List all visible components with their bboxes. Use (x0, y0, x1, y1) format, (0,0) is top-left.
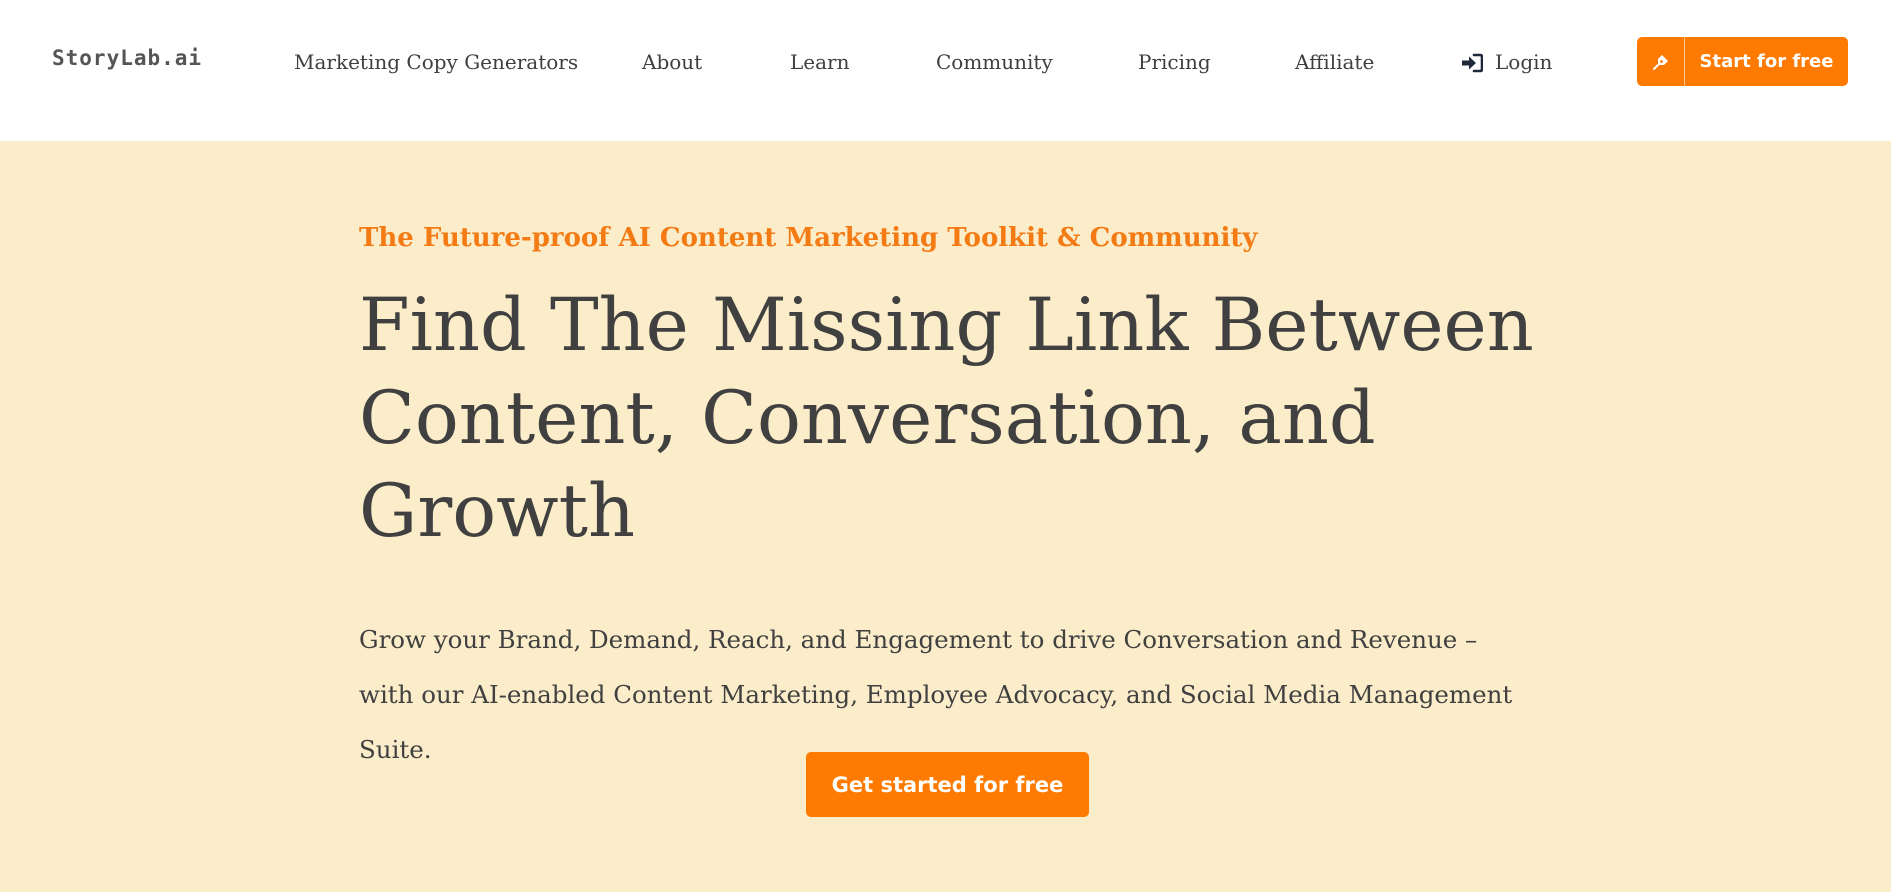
hero-eyebrow: The Future-proof AI Content Marketing To… (359, 223, 1258, 253)
nav-learn[interactable]: Learn (790, 48, 849, 76)
nav-login[interactable]: Login (1461, 48, 1552, 76)
start-for-free-button[interactable]: Start for free (1637, 37, 1848, 86)
top-navbar: StoryLab.ai Marketing Copy Generators Ab… (0, 0, 1891, 141)
nav-about[interactable]: About (642, 48, 702, 76)
pen-nib-icon (1637, 37, 1685, 86)
nav-community[interactable]: Community (936, 48, 1053, 76)
storylab-logo[interactable]: StoryLab.ai (52, 46, 202, 70)
sign-in-icon (1461, 52, 1484, 73)
start-for-free-label: Start for free (1699, 51, 1834, 72)
login-label: Login (1495, 50, 1553, 74)
nav-marketing-copy-generators[interactable]: Marketing Copy Generators (294, 48, 578, 76)
nav-pricing[interactable]: Pricing (1138, 48, 1211, 76)
hero-headline: Find The Missing Link Between Content, C… (359, 283, 1534, 554)
hero-section: The Future-proof AI Content Marketing To… (0, 141, 1891, 892)
get-started-button[interactable]: Get started for free (806, 752, 1089, 817)
nav-affiliate[interactable]: Affiliate (1295, 48, 1374, 76)
